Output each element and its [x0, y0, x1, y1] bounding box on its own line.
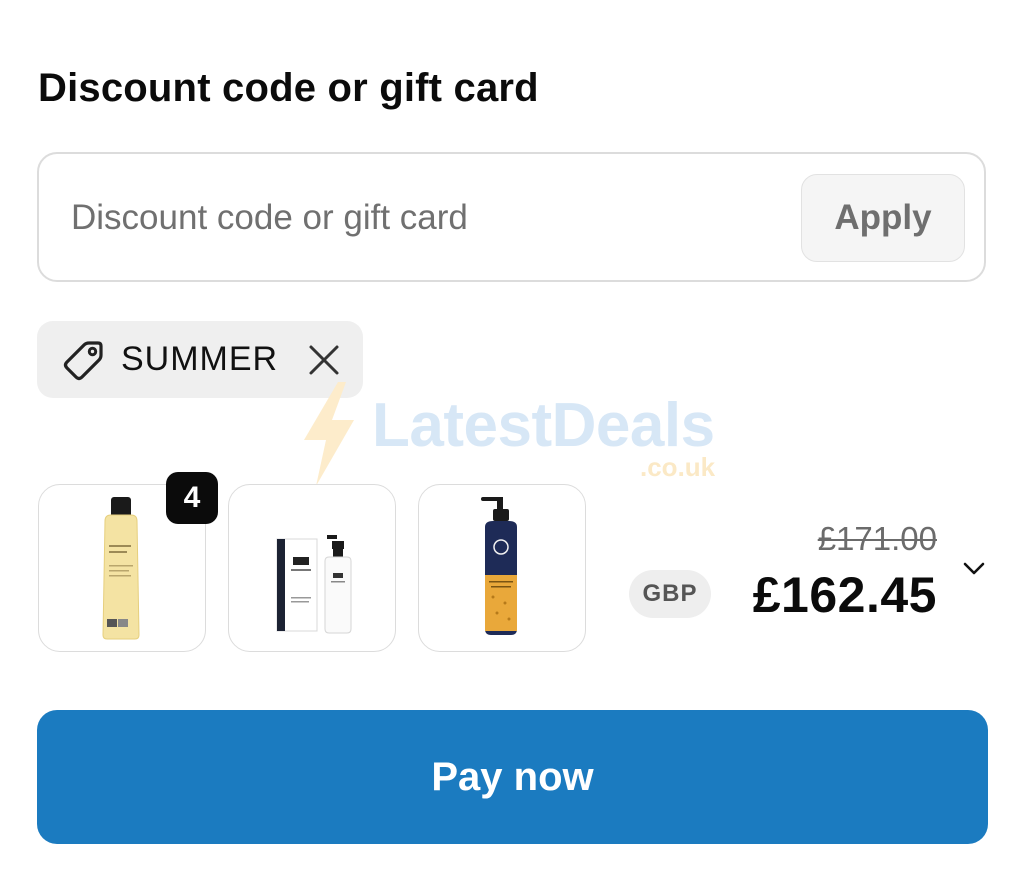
close-icon[interactable] [307, 343, 341, 377]
product-image-neals-yard [481, 497, 517, 635]
pay-now-button[interactable]: Pay now [37, 710, 988, 844]
checkout-page: Discount code or gift card Apply SUMMER … [0, 0, 1024, 875]
original-price: £171.00 [817, 520, 937, 557]
apply-button[interactable]: Apply [801, 174, 965, 262]
product-image-balmain [276, 535, 352, 634]
watermark-domain: .co.uk [640, 452, 716, 482]
applied-discount-chip: SUMMER [37, 321, 363, 398]
watermark-name: LatestDeals [372, 391, 715, 460]
discount-section-title: Discount code or gift card [38, 66, 539, 110]
total-price: £162.45 [752, 567, 937, 623]
discount-code-input[interactable] [69, 154, 793, 282]
applied-code-label: SUMMER [121, 340, 279, 378]
product-thumbnail [418, 484, 586, 652]
chevron-down-icon[interactable] [962, 558, 986, 578]
currency-badge: GBP [629, 570, 711, 618]
quantity-badge: 4 [166, 472, 218, 524]
watermark: LatestDeals .co.uk [290, 380, 740, 490]
product-thumbnail [228, 484, 396, 652]
discount-field-group: Apply [37, 152, 986, 282]
tag-icon [59, 336, 107, 384]
